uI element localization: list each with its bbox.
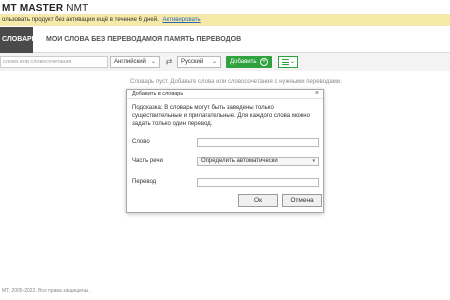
activation-banner: ользовать продукт без активации ещё в те… <box>0 14 450 26</box>
tab-bar: СЛОВАРЬ МОИ СЛОВА БЕЗ ПЕРЕВОДА МОЯ ПАМЯТ… <box>0 27 450 53</box>
tab-words-without-translation[interactable]: МОИ СЛОВА БЕЗ ПЕРЕВОДА <box>40 27 153 53</box>
menu-button[interactable]: ⌄ <box>278 56 298 68</box>
menu-icon <box>282 59 289 65</box>
source-language-select[interactable]: Английский ⌄ <box>110 56 160 68</box>
cancel-button[interactable]: Отмена <box>282 194 322 207</box>
activate-link[interactable]: Активировать <box>162 17 200 23</box>
plus-circle-icon: + <box>260 58 268 66</box>
chevron-down-icon: ⌄ <box>289 59 295 65</box>
ok-button[interactable]: Ок <box>238 194 278 207</box>
translation-field[interactable] <box>197 178 319 187</box>
source-language-value: Английский <box>114 59 146 65</box>
add-button-label: Добавить <box>230 59 257 65</box>
add-button[interactable]: Добавить + <box>226 56 272 68</box>
empty-dictionary-hint: Словарь пуст. Добавьте слова или словосо… <box>130 79 342 85</box>
translation-label: Перевод <box>132 179 157 185</box>
word-field[interactable] <box>197 138 319 147</box>
dialog-hint: Подсказка: В словарь могут быть заведены… <box>132 105 310 127</box>
target-language-select[interactable]: Русский ⌄ <box>177 56 221 68</box>
target-language-value: Русский <box>181 59 204 65</box>
dialog-title-bar: Добавить в словарь × <box>127 90 323 99</box>
title-bar: MT MASTER NMT <box>0 0 450 14</box>
add-to-dictionary-dialog: Добавить в словарь × Подсказка: В словар… <box>126 89 324 213</box>
copyright-footer: МТ, 2005-2022. Все права защищены. <box>2 288 90 294</box>
part-of-speech-select[interactable]: Определить автоматически ▾ <box>197 157 319 166</box>
app-title: MT MASTER NMT <box>2 3 89 14</box>
tab-translation-memory[interactable]: МОЯ ПАМЯТЬ ПЕРЕВОДОВ <box>140 27 247 53</box>
swap-languages-icon[interactable]: ⇄ <box>164 57 174 67</box>
part-of-speech-label: Часть речи <box>132 158 163 164</box>
chevron-down-icon: ⌄ <box>211 59 217 65</box>
activation-banner-text: ользовать продукт без активации ещё в те… <box>2 17 159 23</box>
part-of-speech-value: Определить автоматически <box>201 158 278 164</box>
chevron-down-icon: ▾ <box>312 158 315 164</box>
toolbar: слова или словосочетания Английский ⌄ ⇄ … <box>0 53 450 71</box>
word-label: Слово <box>132 139 150 145</box>
close-icon[interactable]: × <box>315 90 319 98</box>
app-title-thin: NMT <box>66 3 89 14</box>
app-title-bold: MT MASTER <box>2 3 64 14</box>
chevron-down-icon: ⌄ <box>150 59 156 65</box>
search-input[interactable]: слова или словосочетания <box>0 56 108 68</box>
tab-dictionary[interactable]: СЛОВАРЬ <box>0 27 37 53</box>
dialog-title: Добавить в словарь <box>132 91 184 97</box>
